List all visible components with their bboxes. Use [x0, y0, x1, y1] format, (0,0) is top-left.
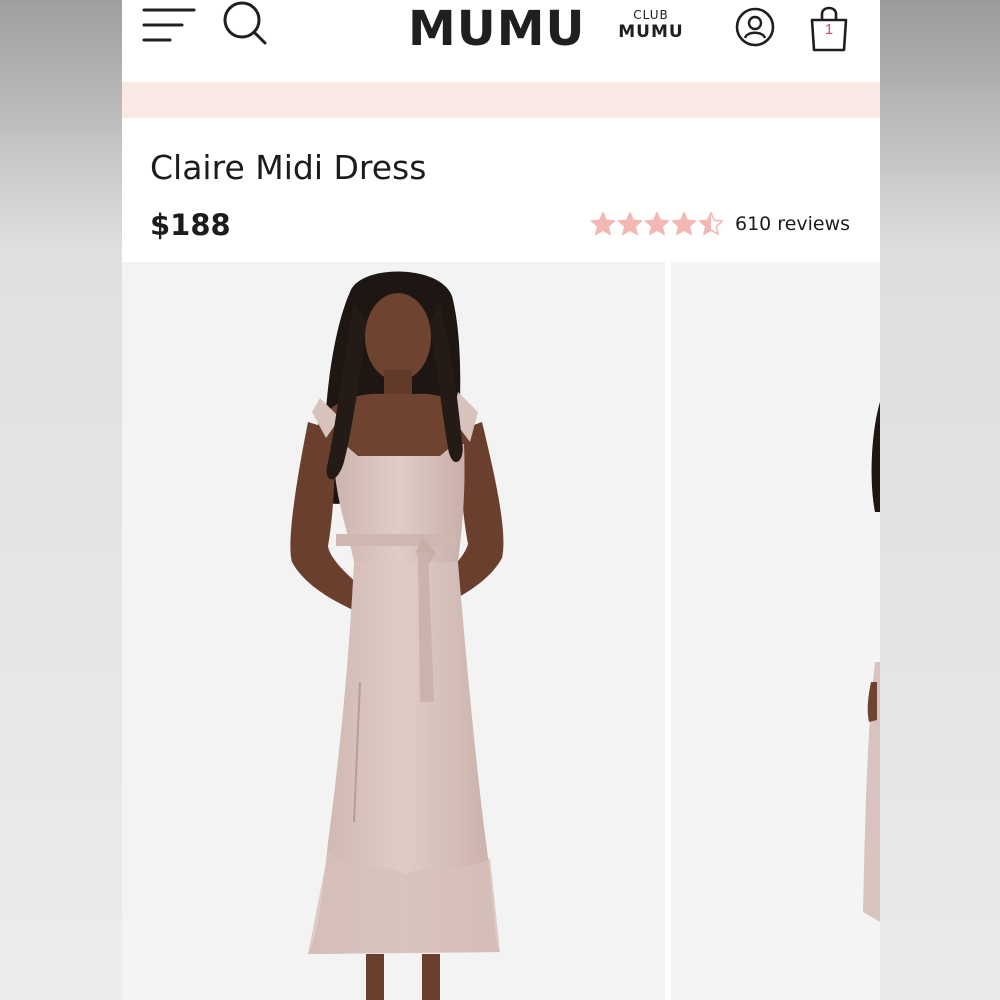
search-icon[interactable]	[220, 0, 268, 46]
background-right	[880, 0, 1000, 1000]
brand-logo[interactable]: MUMU	[408, 2, 584, 56]
star-icon	[644, 211, 670, 236]
model-in-dress-image	[290, 271, 504, 1000]
promo-banner	[122, 82, 880, 118]
product-gallery	[122, 262, 880, 1000]
product-title: Claire Midi Dress	[150, 148, 427, 187]
account-icon[interactable]	[734, 6, 776, 48]
product-image-main[interactable]	[122, 262, 665, 1000]
club-line-2: MUMU	[618, 22, 684, 42]
product-image-secondary[interactable]	[671, 262, 880, 1000]
star-icon	[590, 211, 616, 236]
star-icon	[698, 211, 724, 236]
rating-summary[interactable]: 610 reviews	[590, 208, 852, 240]
rating-stars	[590, 211, 725, 237]
star-icon	[617, 211, 643, 236]
model-partial-image	[863, 402, 880, 922]
menu-icon[interactable]	[142, 4, 196, 44]
club-line-1: CLUB	[633, 8, 669, 22]
reviews-count-link[interactable]: 610 reviews	[735, 213, 850, 235]
product-price: $188	[150, 208, 231, 242]
background-left	[0, 0, 122, 1000]
cart-count-badge: 1	[824, 21, 834, 38]
star-icon	[671, 211, 697, 236]
club-mumu-link[interactable]: CLUB MUMU	[618, 8, 684, 48]
site-header: MUMU CLUB MUMU 1	[122, 0, 880, 82]
phone-screen: MUMU CLUB MUMU 1 Claire Midi Dress $188 …	[122, 0, 880, 1000]
